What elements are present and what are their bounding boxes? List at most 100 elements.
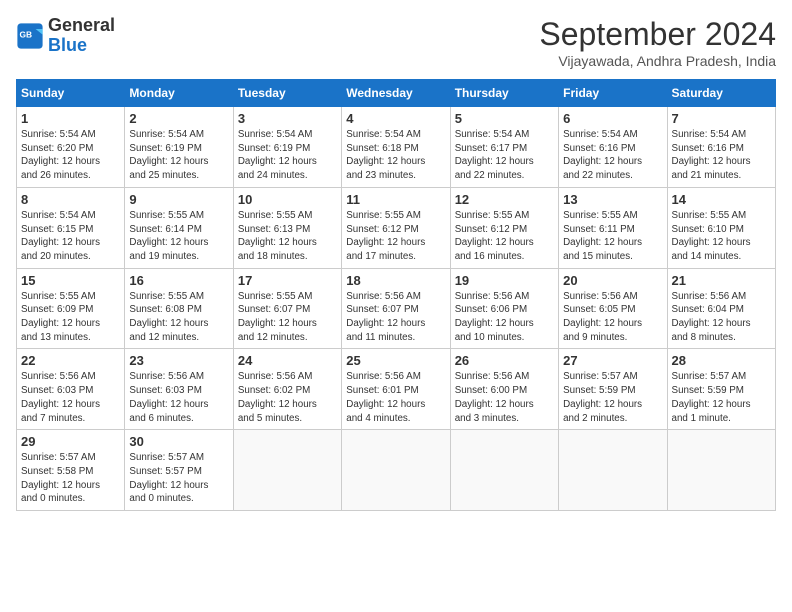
svg-text:GB: GB	[20, 29, 33, 39]
day-number: 17	[238, 273, 337, 288]
calendar-cell	[667, 430, 775, 511]
day-number: 30	[129, 434, 228, 449]
calendar-cell	[342, 430, 450, 511]
day-detail: Sunrise: 5:55 AMSunset: 6:09 PMDaylight:…	[21, 290, 120, 345]
day-number: 22	[21, 353, 120, 368]
day-detail: Sunrise: 5:54 AMSunset: 6:15 PMDaylight:…	[21, 209, 120, 264]
calendar-cell: 26Sunrise: 5:56 AMSunset: 6:00 PMDayligh…	[450, 349, 558, 430]
day-detail: Sunrise: 5:55 AMSunset: 6:13 PMDaylight:…	[238, 209, 337, 264]
header-row: Sunday Monday Tuesday Wednesday Thursday…	[17, 80, 776, 107]
day-detail: Sunrise: 5:56 AMSunset: 6:03 PMDaylight:…	[21, 370, 120, 425]
calendar-cell: 18Sunrise: 5:56 AMSunset: 6:07 PMDayligh…	[342, 268, 450, 349]
logo-icon: GB	[16, 22, 44, 50]
calendar-cell: 12 Sunrise: 5:55 AMSunset: 6:12 PMDayligh…	[450, 187, 558, 268]
header-tuesday: Tuesday	[233, 80, 341, 107]
calendar-cell: 29 Sunrise: 5:57 AMSunset: 5:58 PMDayligh…	[17, 430, 125, 511]
calendar-cell: 15 Sunrise: 5:55 AMSunset: 6:09 PMDayligh…	[17, 268, 125, 349]
day-number: 8	[21, 192, 120, 207]
day-detail: Sunrise: 5:56 AMSunset: 6:05 PMDaylight:…	[563, 290, 662, 345]
day-number: 18	[346, 273, 445, 288]
location-subtitle: Vijayawada, Andhra Pradesh, India	[539, 53, 776, 69]
calendar-cell: 8 Sunrise: 5:54 AMSunset: 6:15 PMDaylight…	[17, 187, 125, 268]
day-number: 15	[21, 273, 120, 288]
calendar-cell: 24Sunrise: 5:56 AMSunset: 6:02 PMDayligh…	[233, 349, 341, 430]
calendar-cell: 21 Sunrise: 5:56 AMSunset: 6:04 PMDayligh…	[667, 268, 775, 349]
header-saturday: Saturday	[667, 80, 775, 107]
calendar-body: 1 Sunrise: 5:54 AMSunset: 6:20 PMDaylight…	[17, 107, 776, 511]
calendar-week-0: 1 Sunrise: 5:54 AMSunset: 6:20 PMDaylight…	[17, 107, 776, 188]
month-title: September 2024	[539, 16, 776, 53]
day-detail: Sunrise: 5:56 AMSunset: 6:03 PMDaylight:…	[129, 370, 228, 425]
day-number: 1	[21, 111, 120, 126]
header-sunday: Sunday	[17, 80, 125, 107]
calendar-cell	[233, 430, 341, 511]
day-number: 14	[672, 192, 771, 207]
calendar-cell: 7 Sunrise: 5:54 AMSunset: 6:16 PMDaylight…	[667, 107, 775, 188]
calendar-cell: 20 Sunrise: 5:56 AMSunset: 6:05 PMDayligh…	[559, 268, 667, 349]
calendar-week-3: 22 Sunrise: 5:56 AMSunset: 6:03 PMDayligh…	[17, 349, 776, 430]
day-number: 20	[563, 273, 662, 288]
day-number: 2	[129, 111, 228, 126]
day-number: 19	[455, 273, 554, 288]
day-number: 29	[21, 434, 120, 449]
calendar-cell: 2 Sunrise: 5:54 AMSunset: 6:19 PMDaylight…	[125, 107, 233, 188]
day-detail: Sunrise: 5:55 AMSunset: 6:08 PMDaylight:…	[129, 290, 228, 345]
logo: GB General Blue	[16, 16, 115, 56]
day-detail: Sunrise: 5:56 AMSunset: 6:01 PMDaylight:…	[346, 370, 445, 425]
calendar-week-4: 29 Sunrise: 5:57 AMSunset: 5:58 PMDayligh…	[17, 430, 776, 511]
day-number: 25	[346, 353, 445, 368]
day-detail: Sunrise: 5:54 AMSunset: 6:19 PMDaylight:…	[129, 128, 228, 183]
day-number: 7	[672, 111, 771, 126]
day-number: 27	[563, 353, 662, 368]
logo-text: General Blue	[48, 16, 115, 56]
calendar-cell: 25 Sunrise: 5:56 AMSunset: 6:01 PMDayligh…	[342, 349, 450, 430]
day-number: 12	[455, 192, 554, 207]
calendar-cell: 9Sunrise: 5:55 AMSunset: 6:14 PMDaylight…	[125, 187, 233, 268]
day-number: 11	[346, 192, 445, 207]
day-number: 3	[238, 111, 337, 126]
day-detail: Sunrise: 5:54 AMSunset: 6:16 PMDaylight:…	[672, 128, 771, 183]
day-detail: Sunrise: 5:55 AMSunset: 6:10 PMDaylight:…	[672, 209, 771, 264]
calendar-cell: 30 Sunrise: 5:57 AMSunset: 5:57 PMDayligh…	[125, 430, 233, 511]
day-detail: Sunrise: 5:57 AMSunset: 5:57 PMDaylight:…	[129, 451, 228, 506]
header-monday: Monday	[125, 80, 233, 107]
day-detail: Sunrise: 5:54 AMSunset: 6:18 PMDaylight:…	[346, 128, 445, 183]
calendar-week-1: 8 Sunrise: 5:54 AMSunset: 6:15 PMDaylight…	[17, 187, 776, 268]
calendar-cell: 28 Sunrise: 5:57 AMSunset: 5:59 PMDayligh…	[667, 349, 775, 430]
day-detail: Sunrise: 5:55 AMSunset: 6:11 PMDaylight:…	[563, 209, 662, 264]
calendar-cell: 3 Sunrise: 5:54 AMSunset: 6:19 PMDaylight…	[233, 107, 341, 188]
header-thursday: Thursday	[450, 80, 558, 107]
calendar-cell: 5Sunrise: 5:54 AMSunset: 6:17 PMDaylight…	[450, 107, 558, 188]
day-number: 28	[672, 353, 771, 368]
day-detail: Sunrise: 5:55 AMSunset: 6:12 PMDaylight:…	[346, 209, 445, 264]
day-detail: Sunrise: 5:56 AMSunset: 6:02 PMDaylight:…	[238, 370, 337, 425]
calendar-table: Sunday Monday Tuesday Wednesday Thursday…	[16, 79, 776, 511]
day-number: 6	[563, 111, 662, 126]
day-detail: Sunrise: 5:55 AMSunset: 6:07 PMDaylight:…	[238, 290, 337, 345]
header-wednesday: Wednesday	[342, 80, 450, 107]
calendar-cell: 19 Sunrise: 5:56 AMSunset: 6:06 PMDayligh…	[450, 268, 558, 349]
page-header: GB General Blue September 2024 Vijayawad…	[16, 16, 776, 69]
calendar-cell: 10 Sunrise: 5:55 AMSunset: 6:13 PMDayligh…	[233, 187, 341, 268]
header-friday: Friday	[559, 80, 667, 107]
day-number: 10	[238, 192, 337, 207]
day-detail: Sunrise: 5:55 AMSunset: 6:12 PMDaylight:…	[455, 209, 554, 264]
calendar-cell: 22 Sunrise: 5:56 AMSunset: 6:03 PMDayligh…	[17, 349, 125, 430]
day-number: 4	[346, 111, 445, 126]
calendar-cell: 27Sunrise: 5:57 AMSunset: 5:59 PMDayligh…	[559, 349, 667, 430]
calendar-header: Sunday Monday Tuesday Wednesday Thursday…	[17, 80, 776, 107]
day-detail: Sunrise: 5:56 AMSunset: 6:04 PMDaylight:…	[672, 290, 771, 345]
day-detail: Sunrise: 5:56 AMSunset: 6:06 PMDaylight:…	[455, 290, 554, 345]
day-number: 21	[672, 273, 771, 288]
day-detail: Sunrise: 5:54 AMSunset: 6:19 PMDaylight:…	[238, 128, 337, 183]
day-detail: Sunrise: 5:54 AMSunset: 6:17 PMDaylight:…	[455, 128, 554, 183]
calendar-cell: 11 Sunrise: 5:55 AMSunset: 6:12 PMDayligh…	[342, 187, 450, 268]
day-detail: Sunrise: 5:57 AMSunset: 5:59 PMDaylight:…	[672, 370, 771, 425]
day-number: 9	[129, 192, 228, 207]
day-detail: Sunrise: 5:57 AMSunset: 5:58 PMDaylight:…	[21, 451, 120, 506]
day-detail: Sunrise: 5:54 AMSunset: 6:20 PMDaylight:…	[21, 128, 120, 183]
calendar-cell: 16Sunrise: 5:55 AMSunset: 6:08 PMDayligh…	[125, 268, 233, 349]
calendar-cell: 14 Sunrise: 5:55 AMSunset: 6:10 PMDayligh…	[667, 187, 775, 268]
title-block: September 2024 Vijayawada, Andhra Prades…	[539, 16, 776, 69]
calendar-cell	[559, 430, 667, 511]
